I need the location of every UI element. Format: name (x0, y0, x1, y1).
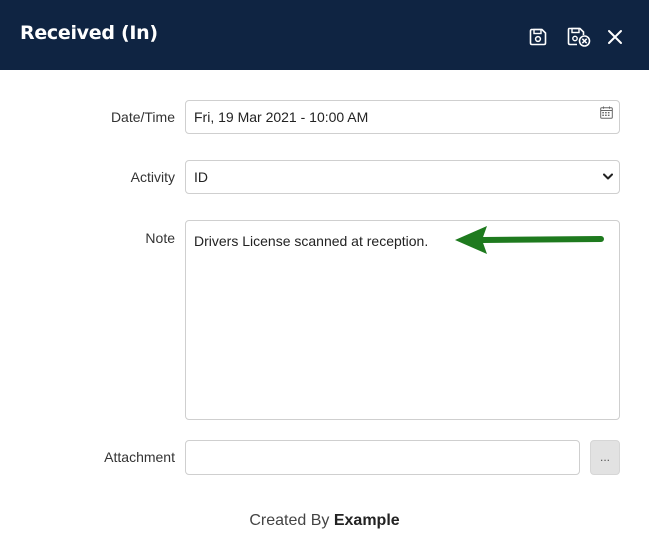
attachment-label: Attachment (104, 449, 175, 465)
close-icon (608, 30, 622, 44)
activity-select[interactable]: ID (185, 160, 620, 194)
dialog-title: Received (In) (20, 22, 158, 44)
activity-label: Activity (130, 169, 175, 185)
datetime-input[interactable]: Fri, 19 Mar 2021 - 10:00 AM (185, 100, 620, 134)
close-button[interactable] (603, 25, 627, 49)
created-by-prefix: Created By (249, 512, 330, 529)
datetime-label: Date/Time (110, 109, 175, 125)
annotation-arrow-icon (455, 226, 604, 254)
save-close-icon (567, 27, 591, 47)
note-label: Note (145, 230, 175, 246)
save-close-button[interactable] (565, 25, 593, 49)
activity-value: ID (194, 169, 208, 185)
datetime-value: Fri, 19 Mar 2021 - 10:00 AM (194, 109, 369, 125)
attachment-browse-button[interactable]: ... (590, 440, 620, 475)
chevron-down-icon (603, 173, 613, 180)
save-button[interactable] (526, 25, 550, 49)
note-value: Drivers License scanned at reception. (194, 233, 429, 249)
attachment-input[interactable] (185, 440, 580, 475)
save-icon (529, 28, 547, 46)
dialog-header: Received (In) (0, 0, 649, 70)
calendar-icon[interactable] (600, 106, 613, 119)
created-by: Created By Example (0, 512, 649, 530)
created-by-name: Example (333, 512, 400, 529)
